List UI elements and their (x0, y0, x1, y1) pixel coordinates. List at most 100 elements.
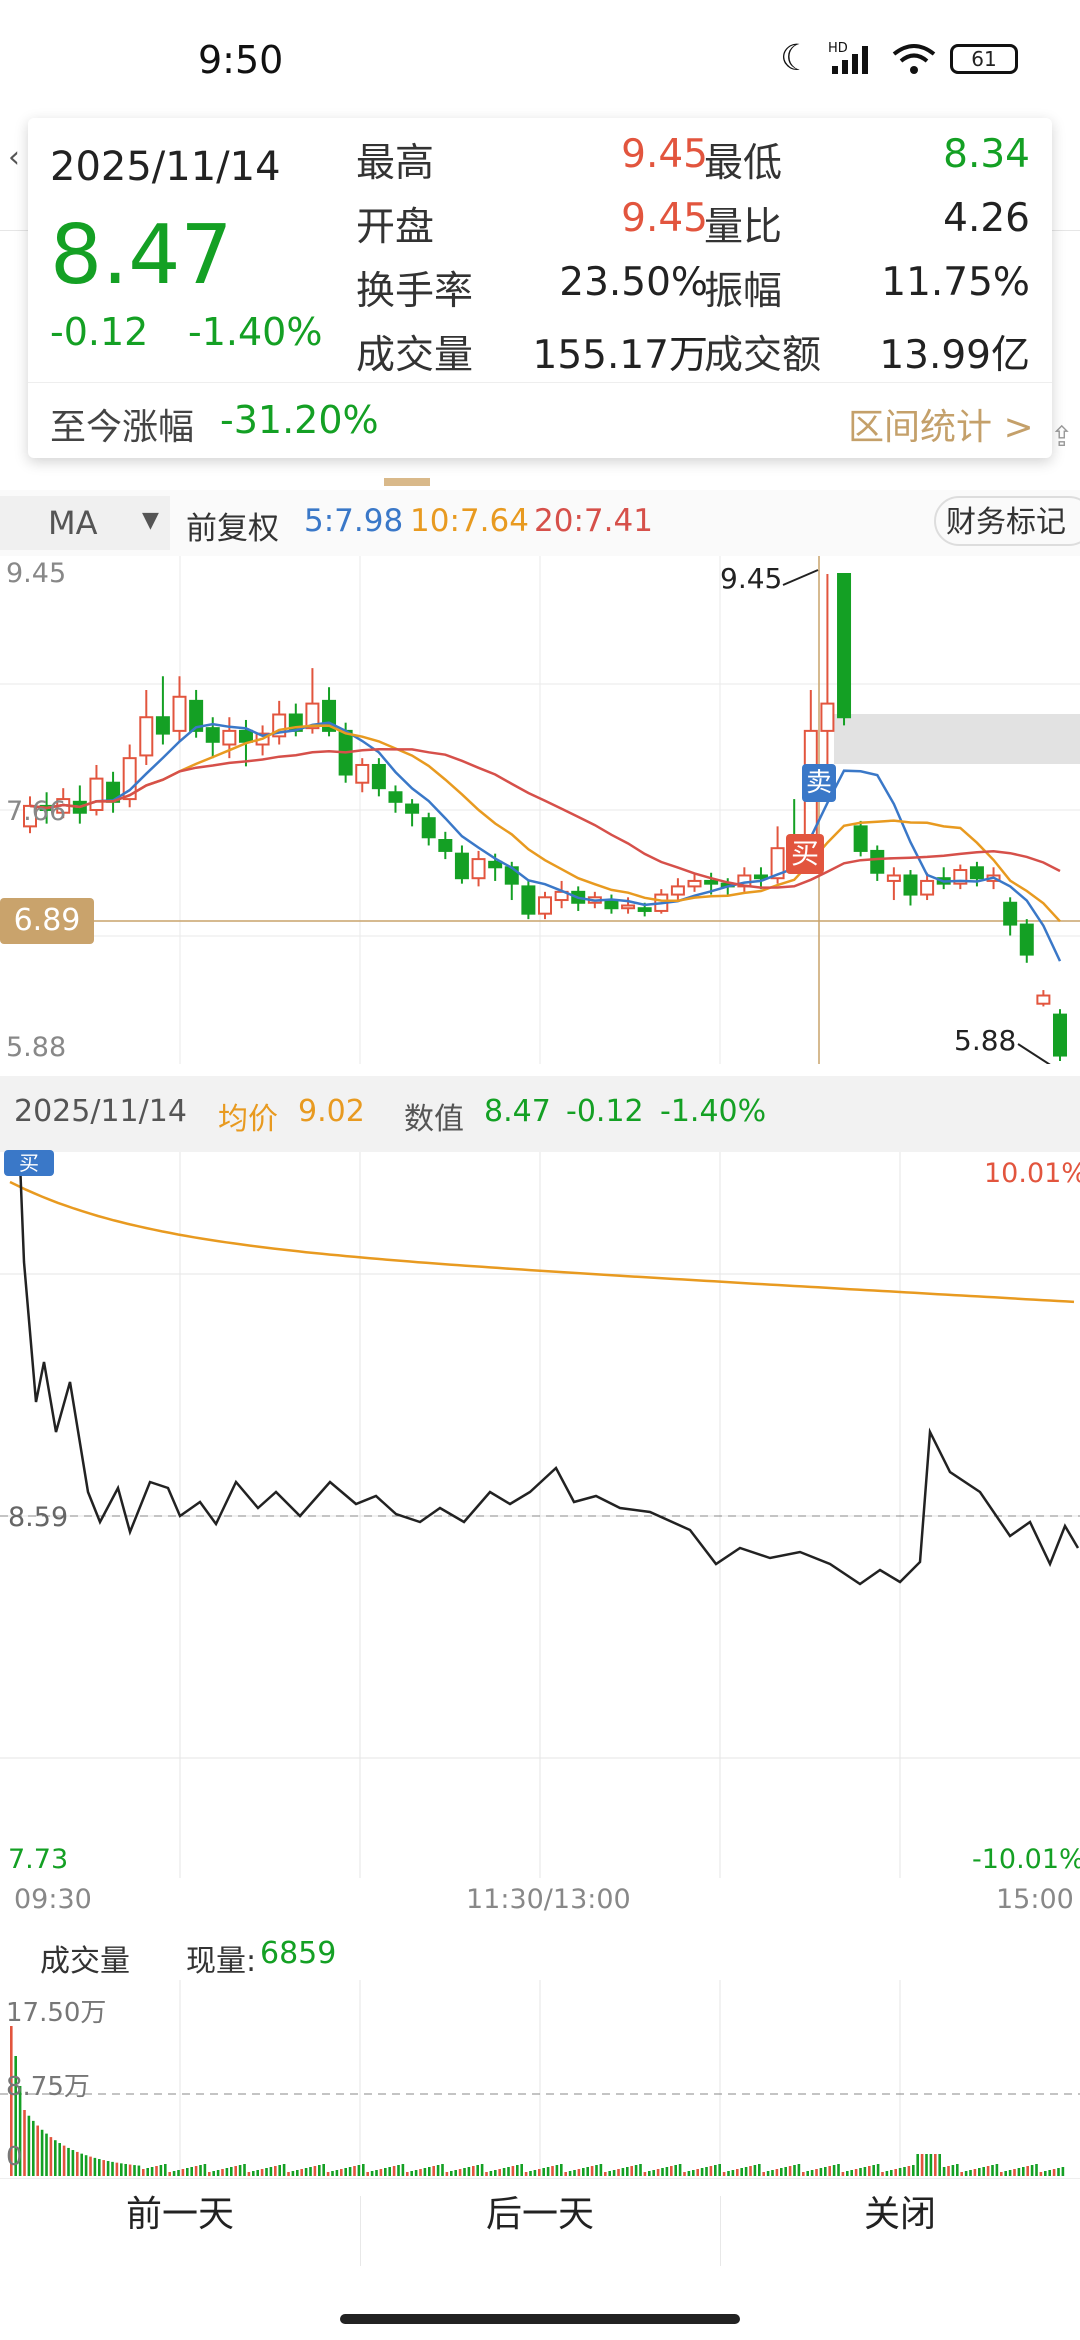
stat-label-volume: 成交量 (356, 333, 474, 378)
volume-chart[interactable] (0, 1980, 1080, 2176)
share-icon[interactable]: ⇪ (1050, 420, 1073, 453)
stat-value-open: 9.45 (621, 196, 708, 241)
ma20-value: 20:7.41 (534, 503, 653, 539)
volume-bar (344, 2168, 347, 2176)
prev-day-button[interactable]: 前一天 (0, 2185, 360, 2237)
candle-body (670, 885, 685, 896)
candle-body (139, 716, 154, 757)
candle-body (521, 885, 536, 915)
volume-bar (1000, 2172, 1003, 2176)
volume-bar (62, 2145, 66, 2176)
volume-bar (406, 2172, 409, 2176)
ma-selector[interactable]: MA ▼ (0, 496, 170, 550)
volume-bar (36, 2125, 39, 2176)
volume-bar (912, 2165, 915, 2176)
candle-body (89, 777, 104, 811)
candle-body (886, 874, 901, 882)
volume-bar (753, 2165, 757, 2176)
volume-bar (458, 2169, 462, 2176)
volume-bar (80, 2153, 83, 2176)
network-type-label: HD (828, 41, 848, 56)
adjust-label[interactable]: 前复权 (186, 503, 279, 548)
volume-bar (520, 2164, 523, 2176)
next-day-button[interactable]: 后一天 (360, 2185, 720, 2237)
volume-bar (925, 2154, 928, 2176)
volume-bar (784, 2167, 787, 2176)
volume-bar (287, 2172, 290, 2176)
volume-bar (243, 2164, 246, 2176)
volume-bar (700, 2168, 704, 2176)
volume-bar (168, 2172, 171, 2176)
volume-bar (414, 2170, 418, 2176)
stat-value-volume-ratio: 4.26 (943, 196, 1030, 241)
volume-bar (27, 2115, 31, 2176)
volume-bar (995, 2164, 999, 2176)
volume-bar (802, 2172, 805, 2176)
volume-bar (322, 2164, 325, 2176)
finance-marker-button[interactable]: 财务标记 (934, 496, 1080, 546)
candle-body (421, 817, 436, 839)
volume-bar (643, 2172, 647, 2176)
back-icon[interactable]: ‹ (8, 140, 20, 175)
volume-bar (54, 2140, 57, 2176)
volume-bar (208, 2172, 211, 2176)
stat-value-low: 8.34 (943, 132, 1030, 177)
kline-chart[interactable] (0, 556, 1080, 1067)
volume-bar (678, 2164, 682, 2176)
volume-bar (304, 2168, 308, 2176)
volume-bar (432, 2166, 435, 2176)
range-stats-link[interactable]: 区间统计 > (848, 398, 1034, 450)
volume-bar (727, 2171, 730, 2176)
ma20-line (29, 747, 1061, 889)
volume-bar (819, 2168, 823, 2176)
moon-icon: ☾ (780, 38, 813, 79)
volume-bar (260, 2169, 264, 2176)
volume-bar (665, 2167, 669, 2176)
volume-bar (973, 2169, 977, 2176)
volume-bar (335, 2170, 339, 2176)
volume-bar (837, 2164, 840, 2176)
volume-bar (529, 2171, 532, 2176)
volume-bar (155, 2166, 158, 2176)
volume-bar (1026, 2166, 1029, 2176)
stat-value-high: 9.45 (621, 132, 708, 177)
volume-bar (670, 2166, 673, 2176)
card-date: 2025/11/14 (50, 144, 281, 190)
intraday-date: 2025/11/14 (14, 1094, 187, 1129)
volume-bar (186, 2168, 189, 2176)
signal-icon: HD (828, 40, 880, 80)
volume-y-top: 17.50万 (6, 1998, 107, 2028)
candle-body (205, 727, 220, 743)
volume-bar (951, 2165, 955, 2176)
volume-bar (859, 2168, 862, 2176)
candle-body (637, 907, 652, 912)
volume-bar (590, 2166, 594, 2176)
candle-body (155, 716, 170, 735)
volume-bar (586, 2167, 589, 2176)
close-button[interactable]: 关闭 (720, 2185, 1080, 2237)
volume-bar (238, 2165, 242, 2176)
volume-bar (216, 2170, 220, 2176)
candle-body (405, 803, 420, 814)
volume-bar (1048, 2170, 1051, 2176)
volume-bar (1057, 2168, 1060, 2176)
intraday-chart[interactable] (0, 1152, 1080, 1878)
candle-body (222, 729, 237, 746)
candle-body (371, 763, 386, 790)
volume-bar (494, 2170, 497, 2176)
volume-bar (621, 2168, 625, 2176)
volume-bar (854, 2169, 858, 2176)
volume-bar (868, 2166, 871, 2176)
volume-y-zero: 0 (6, 2142, 23, 2172)
candle-body (870, 849, 885, 874)
kline-cursor-price: 6.89 (0, 898, 94, 944)
volume-bar (480, 2164, 484, 2176)
volume-bar (903, 2167, 906, 2176)
volume-bar (45, 2133, 48, 2176)
volume-now-value: 6859 (260, 1936, 337, 1971)
volume-bar (771, 2170, 774, 2176)
volume-bar (1035, 2164, 1038, 2176)
volume-bar (564, 2172, 567, 2176)
candle-body (604, 899, 619, 910)
stat-value-turnover: 23.50% (559, 260, 708, 305)
